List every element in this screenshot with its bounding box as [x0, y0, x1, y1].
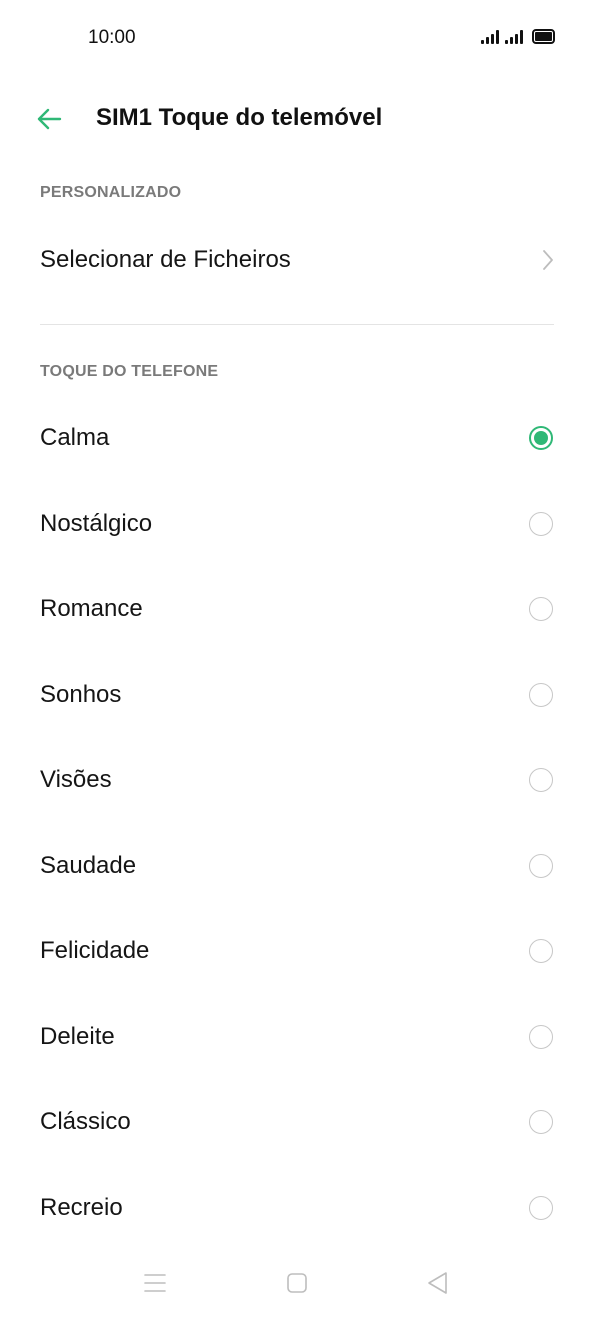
chevron-right-icon	[543, 250, 553, 270]
divider	[40, 324, 554, 325]
ringtone-label: Calma	[40, 424, 110, 451]
status-time: 10:00	[88, 27, 136, 48]
radio-unselected-icon[interactable]	[529, 939, 553, 963]
home-button[interactable]	[279, 1268, 315, 1298]
radio-unselected-icon[interactable]	[529, 854, 553, 878]
radio-unselected-icon[interactable]	[529, 512, 553, 536]
ringtone-item[interactable]: Clássico	[0, 1092, 593, 1152]
radio-unselected-icon[interactable]	[529, 1110, 553, 1134]
ringtone-item[interactable]: Sonhos	[0, 665, 593, 725]
signal-sim2-icon	[505, 30, 523, 44]
status-icons	[481, 29, 555, 44]
select-from-files-item[interactable]: Selecionar de Ficheiros	[0, 230, 593, 290]
radio-unselected-icon[interactable]	[529, 1196, 553, 1220]
back-triangle-icon	[428, 1272, 447, 1294]
ringtone-label: Deleite	[40, 1023, 115, 1050]
ringtone-label: Sonhos	[40, 681, 122, 708]
ringtone-item[interactable]: Recreio	[0, 1178, 593, 1238]
ringtone-label: Visões	[40, 766, 112, 793]
ringtone-item[interactable]: Calma	[0, 408, 593, 468]
ringtone-label: Clássico	[40, 1108, 131, 1135]
ringtone-label: Felicidade	[40, 937, 150, 964]
nav-back-button[interactable]	[420, 1268, 456, 1298]
status-bar: 10:00	[0, 0, 593, 78]
ringtone-item[interactable]: Visões	[0, 750, 593, 810]
section-header-custom: PERSONALIZADO	[40, 184, 182, 201]
ringtone-item[interactable]: Saudade	[0, 836, 593, 896]
radio-unselected-icon[interactable]	[529, 597, 553, 621]
select-from-files-label: Selecionar de Ficheiros	[40, 246, 291, 273]
ringtone-item[interactable]: Felicidade	[0, 921, 593, 981]
home-icon	[287, 1273, 307, 1293]
menu-button[interactable]	[137, 1268, 173, 1298]
page-title: SIM1 Toque do telemóvel	[96, 104, 383, 131]
ringtone-label: Saudade	[40, 852, 137, 879]
radio-selected-icon[interactable]	[529, 426, 553, 450]
radio-unselected-icon[interactable]	[529, 1025, 553, 1049]
radio-unselected-icon[interactable]	[529, 768, 553, 792]
app-header: SIM1 Toque do telemóvel	[0, 88, 593, 150]
back-button[interactable]	[30, 102, 70, 136]
ringtone-item[interactable]: Romance	[0, 579, 593, 639]
navigation-bar	[0, 1250, 593, 1318]
signal-sim1-icon	[481, 30, 499, 44]
ringtone-label: Recreio	[40, 1194, 123, 1221]
ringtone-item[interactable]: Nostálgico	[0, 494, 593, 554]
ringtone-item[interactable]: Deleite	[0, 1007, 593, 1067]
ringtone-label: Nostálgico	[40, 510, 153, 537]
menu-icon	[144, 1274, 166, 1292]
ringtone-label: Romance	[40, 595, 143, 622]
battery-icon	[532, 29, 555, 44]
radio-unselected-icon[interactable]	[529, 683, 553, 707]
arrow-left-icon	[37, 108, 62, 130]
section-header-ringtones: TOQUE DO TELEFONE	[40, 363, 219, 380]
